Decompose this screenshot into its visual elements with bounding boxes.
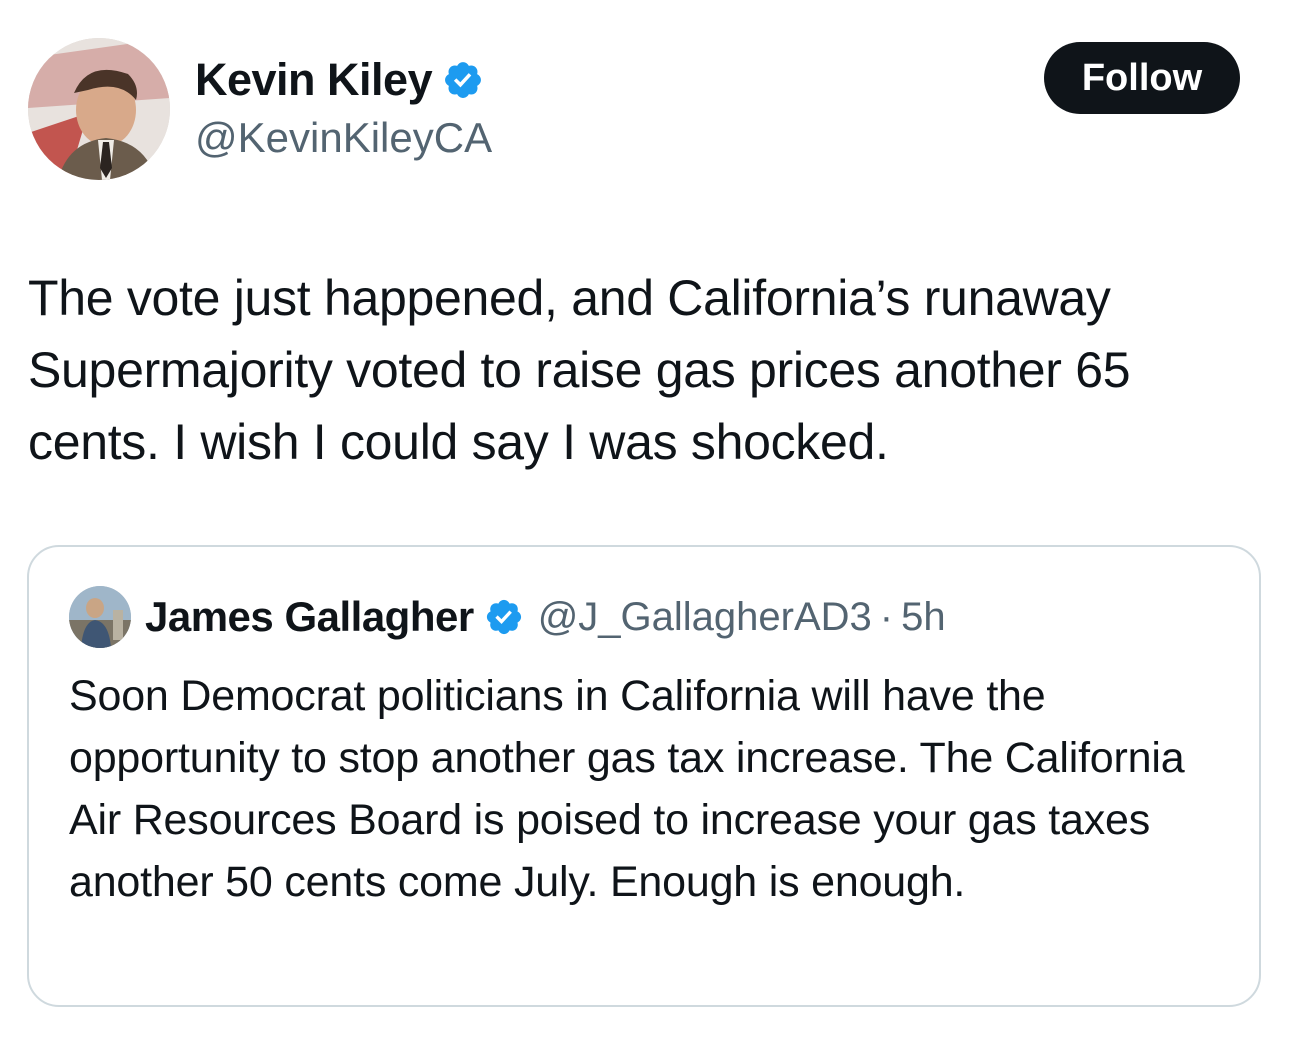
verified-badge-icon[interactable] [442, 59, 484, 101]
author-handle[interactable]: @KevinKileyCA [195, 114, 492, 162]
quote-header: James Gallagher @J_GallagherAD3 · 5h [69, 585, 946, 649]
tweet: Kevin Kiley @KevinKileyCA Follow The vot… [0, 0, 1290, 1037]
follow-button[interactable]: Follow [1044, 42, 1240, 114]
quote-separator: · [879, 594, 894, 639]
author-avatar-image [28, 38, 170, 180]
quote-verified-badge-icon [486, 599, 521, 635]
quote-text: Soon Democrat politicians in California … [69, 672, 1185, 906]
quote-author-name[interactable]: James Gallagher [145, 593, 474, 641]
quote-author-handle[interactable]: @J_GallagherAD3 [538, 595, 872, 640]
quote-author-avatar[interactable] [69, 586, 131, 648]
author-avatar[interactable] [28, 38, 170, 180]
tweet-text: The vote just happened, and California’s… [28, 270, 1131, 470]
author-name[interactable]: Kevin Kiley [195, 54, 433, 106]
quote-timestamp[interactable]: 5h [901, 595, 946, 640]
quote-tweet-card[interactable]: James Gallagher @J_GallagherAD3 · 5h Soo… [27, 545, 1261, 1007]
quote-avatar-image [69, 586, 131, 648]
author-name-row: Kevin Kiley [195, 52, 484, 108]
